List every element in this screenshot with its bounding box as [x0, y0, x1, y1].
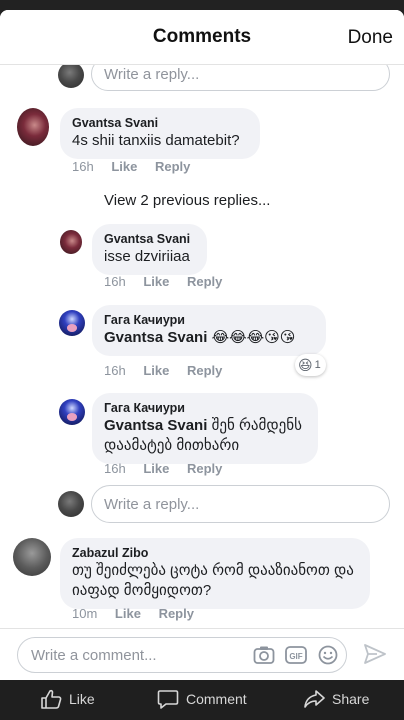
- avatar: [58, 62, 84, 88]
- reply-text-emoji: 😂😂😂😘😘: [211, 329, 296, 346]
- reply-meta: 16h Like Reply: [104, 461, 236, 476]
- like-link[interactable]: Like: [111, 159, 137, 174]
- comment-bubble[interactable]: Gvantsa Svani 4s shii tanxiis damatebit?: [60, 108, 260, 159]
- avatar: [59, 399, 85, 425]
- reply-link[interactable]: Reply: [187, 363, 222, 378]
- reply-author[interactable]: Гага Качиури: [104, 312, 314, 328]
- share-tab[interactable]: Share: [303, 688, 369, 710]
- page-title: Comments: [152, 26, 252, 47]
- reply-time: 16h: [104, 363, 126, 378]
- reply-input-placeholder: Write a reply...: [104, 65, 200, 83]
- reply-time: 16h: [104, 461, 126, 476]
- comment-author[interactable]: Gvantsa Svani: [72, 115, 248, 131]
- reaction-count: 1: [314, 359, 321, 371]
- reply-link[interactable]: Reply: [187, 461, 222, 476]
- avatar: [58, 491, 84, 517]
- avatar: [13, 538, 51, 576]
- comment-text: 4s shii tanxiis damatebit?: [72, 132, 240, 149]
- action-tabbar: Like Comment Share: [0, 680, 404, 720]
- comment-input-placeholder: Write a comment...: [31, 646, 157, 664]
- laugh-reaction-icon: 😆: [298, 356, 313, 373]
- reply-text: Gvantsa Svani 😂😂😂😘😘: [104, 328, 314, 348]
- gif-icon[interactable]: GIF: [285, 645, 307, 665]
- reply-link[interactable]: Reply: [187, 274, 222, 289]
- reply-input-placeholder: Write a reply...: [104, 495, 200, 513]
- reply-meta: 16h Like Reply: [104, 274, 236, 289]
- like-link[interactable]: Like: [115, 606, 141, 621]
- mention-link[interactable]: Gvantsa Svani: [104, 417, 207, 434]
- comment-composer: Write a comment... GIF: [0, 628, 404, 680]
- reply-text: Gvantsa Svani შენ რამდენს დაამატებ მითხა…: [104, 416, 306, 456]
- reply-meta: 16h Like Reply: [104, 363, 236, 378]
- reply-author[interactable]: Gvantsa Svani: [104, 231, 195, 247]
- reply-author[interactable]: Гага Качиури: [104, 400, 306, 416]
- mention-link[interactable]: Gvantsa Svani: [104, 329, 207, 346]
- share-tab-label: Share: [332, 691, 370, 707]
- reply-link[interactable]: Reply: [155, 159, 190, 174]
- emoji-icon[interactable]: [317, 645, 339, 665]
- avatar: [59, 310, 85, 336]
- reply-link[interactable]: Reply: [159, 606, 194, 621]
- like-link[interactable]: Like: [143, 461, 169, 476]
- share-arrow-icon: [304, 690, 325, 708]
- like-link[interactable]: Like: [143, 274, 169, 289]
- reply-bubble[interactable]: Гага Качиури Gvantsa Svani 😂😂😂😘😘: [92, 305, 326, 356]
- avatar: [60, 230, 82, 254]
- avatar: [17, 108, 49, 146]
- reply-bubble[interactable]: Gvantsa Svani isse dzviriiaa: [92, 224, 207, 275]
- like-tab-label: Like: [69, 691, 95, 707]
- reply-time: 16h: [104, 274, 126, 289]
- camera-icon[interactable]: [253, 645, 275, 665]
- reply-bubble[interactable]: Гага Качиури Gvantsa Svani შენ რამდენს დ…: [92, 393, 318, 464]
- comment-meta: 10m Like Reply: [72, 606, 208, 621]
- comment-time: 16h: [72, 159, 94, 174]
- send-icon[interactable]: [363, 643, 387, 665]
- like-link[interactable]: Like: [143, 363, 169, 378]
- comment-time: 10m: [72, 606, 98, 621]
- reply-input[interactable]: Write a reply...: [91, 485, 390, 523]
- comment-tab-label: Comment: [186, 691, 247, 707]
- comments-header: Comments Done: [0, 10, 404, 65]
- comment-meta: 16h Like Reply: [72, 159, 204, 174]
- svg-text:GIF: GIF: [289, 652, 302, 661]
- comment-tab[interactable]: Comment: [157, 688, 247, 710]
- like-tab[interactable]: Like: [40, 688, 95, 710]
- comment-text: თუ შეიძლება ცოტა რომ დააზიანოთ და იაფად …: [72, 562, 354, 599]
- view-previous-replies-link[interactable]: View 2 previous replies...: [104, 192, 270, 209]
- comments-sheet: Comments Done Write a reply... Gvantsa S…: [0, 10, 404, 680]
- comment-bubble[interactable]: Zabazul Zibo თუ შეიძლება ცოტა რომ დააზია…: [60, 538, 370, 609]
- comment-bubble-icon: [157, 690, 179, 709]
- reaction-badge[interactable]: 😆 1: [295, 354, 326, 376]
- done-button[interactable]: Done: [348, 27, 393, 49]
- comment-author[interactable]: Zabazul Zibo: [72, 545, 358, 561]
- reply-text: isse dzviriiaa: [104, 248, 190, 265]
- thumbs-up-icon: [41, 689, 62, 709]
